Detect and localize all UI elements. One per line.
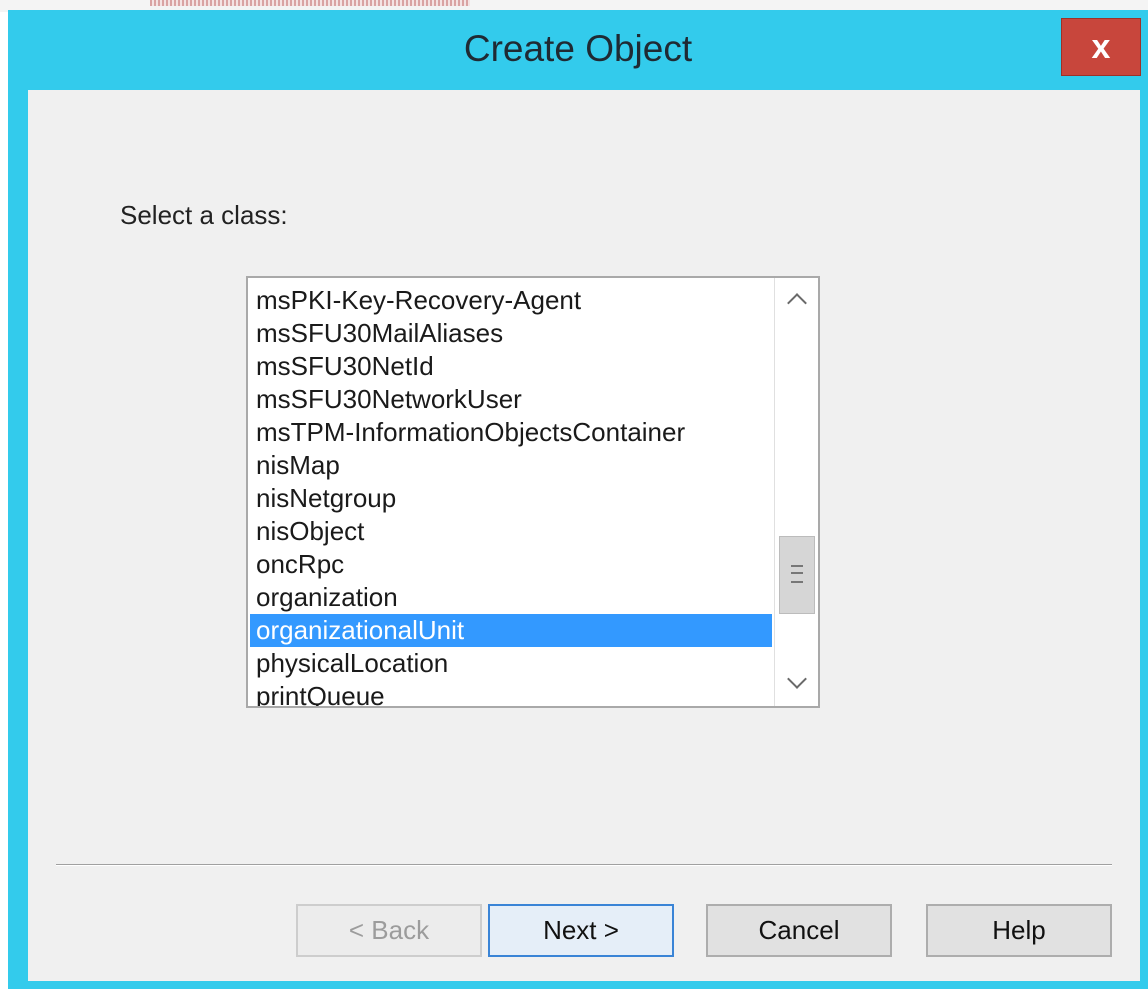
- dialog-client-area: Select a class: msPKI-Key-Recovery-Agent…: [28, 90, 1140, 981]
- scroll-up-arrow-icon[interactable]: [777, 280, 817, 320]
- class-list-item[interactable]: nisMap: [250, 449, 772, 482]
- back-button[interactable]: < Back: [296, 904, 482, 957]
- create-object-dialog: Create Object x Select a class: msPKI-Ke…: [8, 10, 1148, 989]
- background-selection: [150, 0, 470, 6]
- class-list-item[interactable]: nisObject: [250, 515, 772, 548]
- class-list-item[interactable]: organization: [250, 581, 772, 614]
- close-button[interactable]: x: [1061, 18, 1141, 76]
- next-button[interactable]: Next >: [488, 904, 674, 957]
- select-class-label: Select a class:: [120, 200, 288, 230]
- help-button[interactable]: Help: [926, 904, 1112, 957]
- class-list-items: msPKI-Key-Recovery-Agent msSFU30MailAlias…: [248, 278, 774, 706]
- vertical-scrollbar[interactable]: [774, 278, 818, 706]
- class-list-item[interactable]: physicalLocation: [250, 647, 772, 680]
- class-list-item[interactable]: msSFU30MailAliases: [250, 317, 772, 350]
- class-list-item[interactable]: printQueue: [250, 680, 772, 706]
- dialog-title: Create Object: [463, 28, 693, 69]
- grip-icon: [791, 565, 803, 583]
- class-list-item[interactable]: msSFU30NetId: [250, 350, 772, 383]
- scroll-down-arrow-icon[interactable]: [777, 664, 817, 704]
- cancel-button[interactable]: Cancel: [706, 904, 892, 957]
- button-separator: [56, 864, 1112, 866]
- close-icon: x: [1091, 28, 1111, 66]
- class-list-item[interactable]: msSFU30NetworkUser: [250, 383, 772, 416]
- class-list-item[interactable]: organizationalUnit: [250, 614, 772, 647]
- class-list-item[interactable]: nisNetgroup: [250, 482, 772, 515]
- class-list-item[interactable]: oncRpc: [250, 548, 772, 581]
- class-list-item[interactable]: msTPM-InformationObjectsContainer: [250, 416, 772, 449]
- class-listbox[interactable]: msPKI-Key-Recovery-Agent msSFU30MailAlias…: [246, 276, 820, 708]
- scrollbar-thumb[interactable]: [779, 536, 815, 614]
- class-list-item[interactable]: msPKI-Key-Recovery-Agent: [250, 284, 772, 317]
